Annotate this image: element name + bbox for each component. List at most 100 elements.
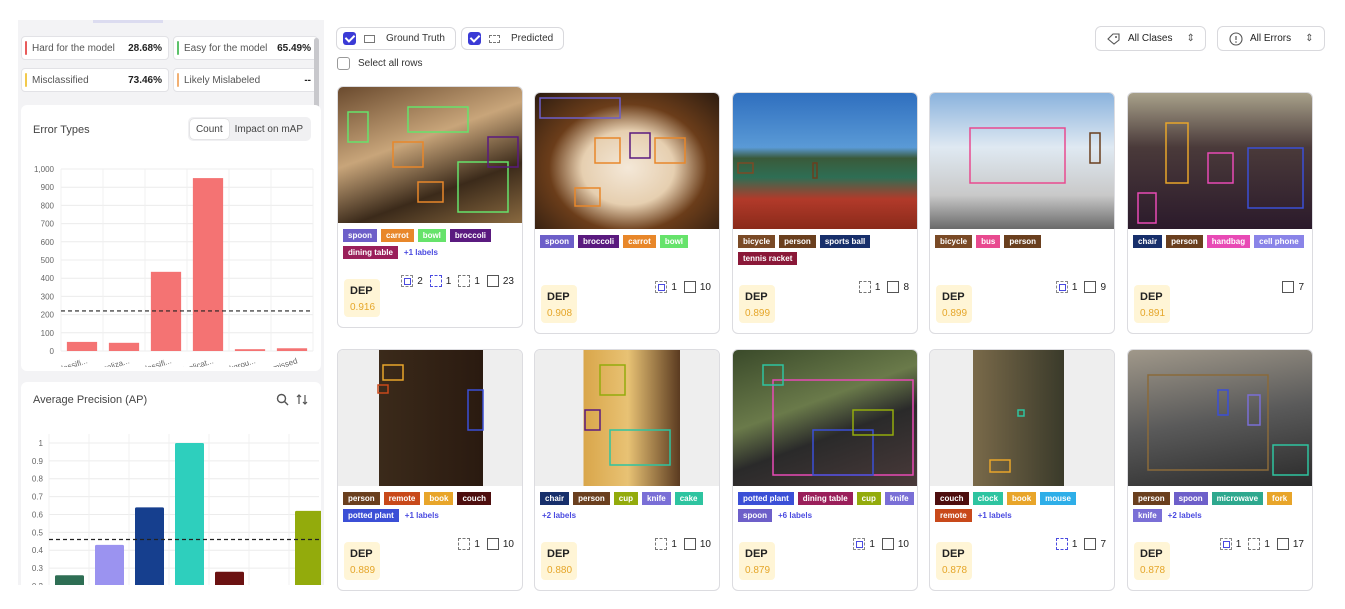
thumbnail-image[interactable] [1128, 350, 1312, 486]
bbox-count: 1 [429, 275, 452, 287]
more-labels-link[interactable]: +1 labels [403, 509, 441, 522]
y-tick-label: 700 [41, 220, 55, 229]
thumbnail-image[interactable] [733, 350, 917, 486]
bbox-count: 1 [655, 538, 677, 550]
label-tags: couch clock book mouse remote +1 labels [935, 492, 1113, 522]
more-labels-link[interactable]: +1 labels [976, 509, 1014, 522]
thumbnail-image[interactable] [1128, 93, 1312, 229]
errors-dropdown-value: All Errors [1250, 33, 1292, 44]
thumbnail-image[interactable] [338, 350, 522, 486]
bbox [584, 409, 601, 431]
y-tick-label: 800 [41, 201, 55, 210]
image-card[interactable]: bicycle person sports ball tennis racket DEP… [732, 92, 918, 334]
bbox-count-value: 1 [445, 275, 452, 287]
select-all-label: Select all rows [358, 58, 423, 69]
sort-icon[interactable] [296, 393, 309, 406]
metric-hard[interactable]: Hard for the model 28.68% [21, 36, 169, 60]
label-tag: knife [1133, 509, 1162, 522]
bbox-count: 1 [458, 538, 480, 550]
image-card[interactable]: spoon carrot bowl broccoli dining table +1 la… [337, 86, 523, 328]
metric-easy[interactable]: Easy for the model 65.49% [173, 36, 318, 60]
errors-dropdown[interactable]: All Errors ⇕ [1217, 26, 1325, 51]
score-badge: DEP 0.891 [1134, 285, 1170, 323]
metric-label: Hard for the model [32, 42, 115, 54]
checkbox-checked-icon[interactable] [468, 32, 481, 45]
bar [95, 544, 124, 585]
tag-icon [1106, 31, 1122, 47]
checkbox-checked-icon[interactable] [343, 32, 356, 45]
more-labels-link[interactable]: +6 labels [776, 509, 814, 522]
bbox-count-value: 1 [671, 538, 677, 550]
bbox [812, 429, 874, 476]
bbox-overlay [539, 97, 686, 207]
bbox-type-icon [1276, 538, 1289, 550]
bbox [989, 459, 1011, 473]
y-tick-label: 400 [41, 274, 55, 283]
more-labels-link[interactable]: +1 labels [402, 246, 440, 259]
bbox-count-value: 1 [1071, 538, 1078, 550]
bar [66, 341, 98, 351]
search-icon[interactable] [276, 393, 289, 406]
classes-dropdown[interactable]: All Clases ⇕ [1095, 26, 1206, 51]
metric-mislabeled[interactable]: Likely Mislabeled -- [173, 68, 318, 92]
more-labels-link[interactable]: +2 labels [1166, 509, 1204, 522]
ground-truth-toggle[interactable]: Ground Truth [336, 27, 456, 50]
more-labels-link[interactable]: +2 labels [540, 509, 578, 522]
thumbnail-image[interactable] [930, 350, 1114, 486]
image-card[interactable]: bicycle bus person DEP 0.899 1 9 [929, 92, 1115, 334]
y-tick-label: 0 [50, 347, 55, 356]
bbox [1247, 147, 1304, 209]
thumbnail-image[interactable] [930, 93, 1114, 229]
select-all-checkbox[interactable] [337, 57, 350, 70]
segment-count[interactable]: Count [189, 119, 229, 139]
bbox-counts: 1 10 [648, 281, 711, 293]
bbox-type-icon [486, 538, 499, 550]
y-tick-label: 0.3 [32, 564, 44, 573]
error-types-title: Error Types [33, 124, 90, 136]
image-card[interactable]: potted plant dining table cup knife spoon +6 … [732, 349, 918, 591]
bbox-count-value: 1 [671, 281, 677, 293]
bbox-type-icon [1055, 538, 1068, 550]
thumbnail-image[interactable] [535, 93, 719, 229]
score-value: 0.878 [1140, 565, 1166, 576]
predicted-toggle[interactable]: Predicted [461, 27, 565, 50]
thumbnail-image[interactable] [535, 350, 719, 486]
y-tick-label: 1,000 [34, 165, 55, 174]
bar [215, 571, 244, 585]
bbox [1165, 122, 1189, 184]
bbox-type-icon [458, 538, 471, 550]
label-tag: spoon [343, 229, 377, 242]
image-card[interactable]: chair person handbag cell phone DEP 0.891 7 [1127, 92, 1313, 334]
y-tick-label: 0.5 [32, 528, 44, 537]
panel-tab-indicator [93, 20, 163, 23]
thumbnail-image[interactable] [733, 93, 917, 229]
image-card[interactable]: chair person cup knife cake +2 labels DEP 0.880… [534, 349, 720, 591]
bbox [392, 141, 424, 168]
bbox-count-value: 1 [474, 538, 480, 550]
bbox-count-value: 8 [903, 281, 909, 293]
bbox [377, 384, 389, 394]
image-card[interactable]: person spoon microwave fork knife +2 labels DE… [1127, 349, 1313, 591]
label-tag: potted plant [343, 509, 399, 522]
image-card[interactable]: spoon broccoli carrot bowl DEP 0.908 1 10 [534, 92, 720, 334]
bbox [417, 181, 444, 203]
error-types-card: Error Types Count Impact on mAP 0 100 200 3… [21, 105, 321, 371]
image-card[interactable]: person remote book couch potted plant +1 labe… [337, 349, 523, 591]
image-card[interactable]: couch clock book mouse remote +1 labels DEP 0.8… [929, 349, 1115, 591]
metric-misclassified[interactable]: Misclassified 73.46% [21, 68, 169, 92]
segment-impact-map[interactable]: Impact on mAP [229, 119, 309, 139]
label-tag: broccoli [449, 229, 492, 242]
score-badge: DEP 0.916 [344, 279, 380, 317]
label-tag: mouse [1040, 492, 1076, 505]
bbox [969, 127, 1066, 184]
metric-label: Easy for the model [184, 42, 268, 54]
y-tick-label: 0.6 [32, 510, 44, 519]
label-tag: book [424, 492, 454, 505]
label-tag: person [343, 492, 380, 505]
bbox-type-icon [655, 538, 668, 550]
score-metric: DEP [547, 291, 570, 303]
thumbnail-image[interactable] [338, 87, 522, 223]
ap-card: Average Precision (AP) 0.20.30.40.50.60.… [21, 382, 321, 585]
bbox-overlay [1137, 122, 1304, 224]
bar [276, 348, 308, 351]
